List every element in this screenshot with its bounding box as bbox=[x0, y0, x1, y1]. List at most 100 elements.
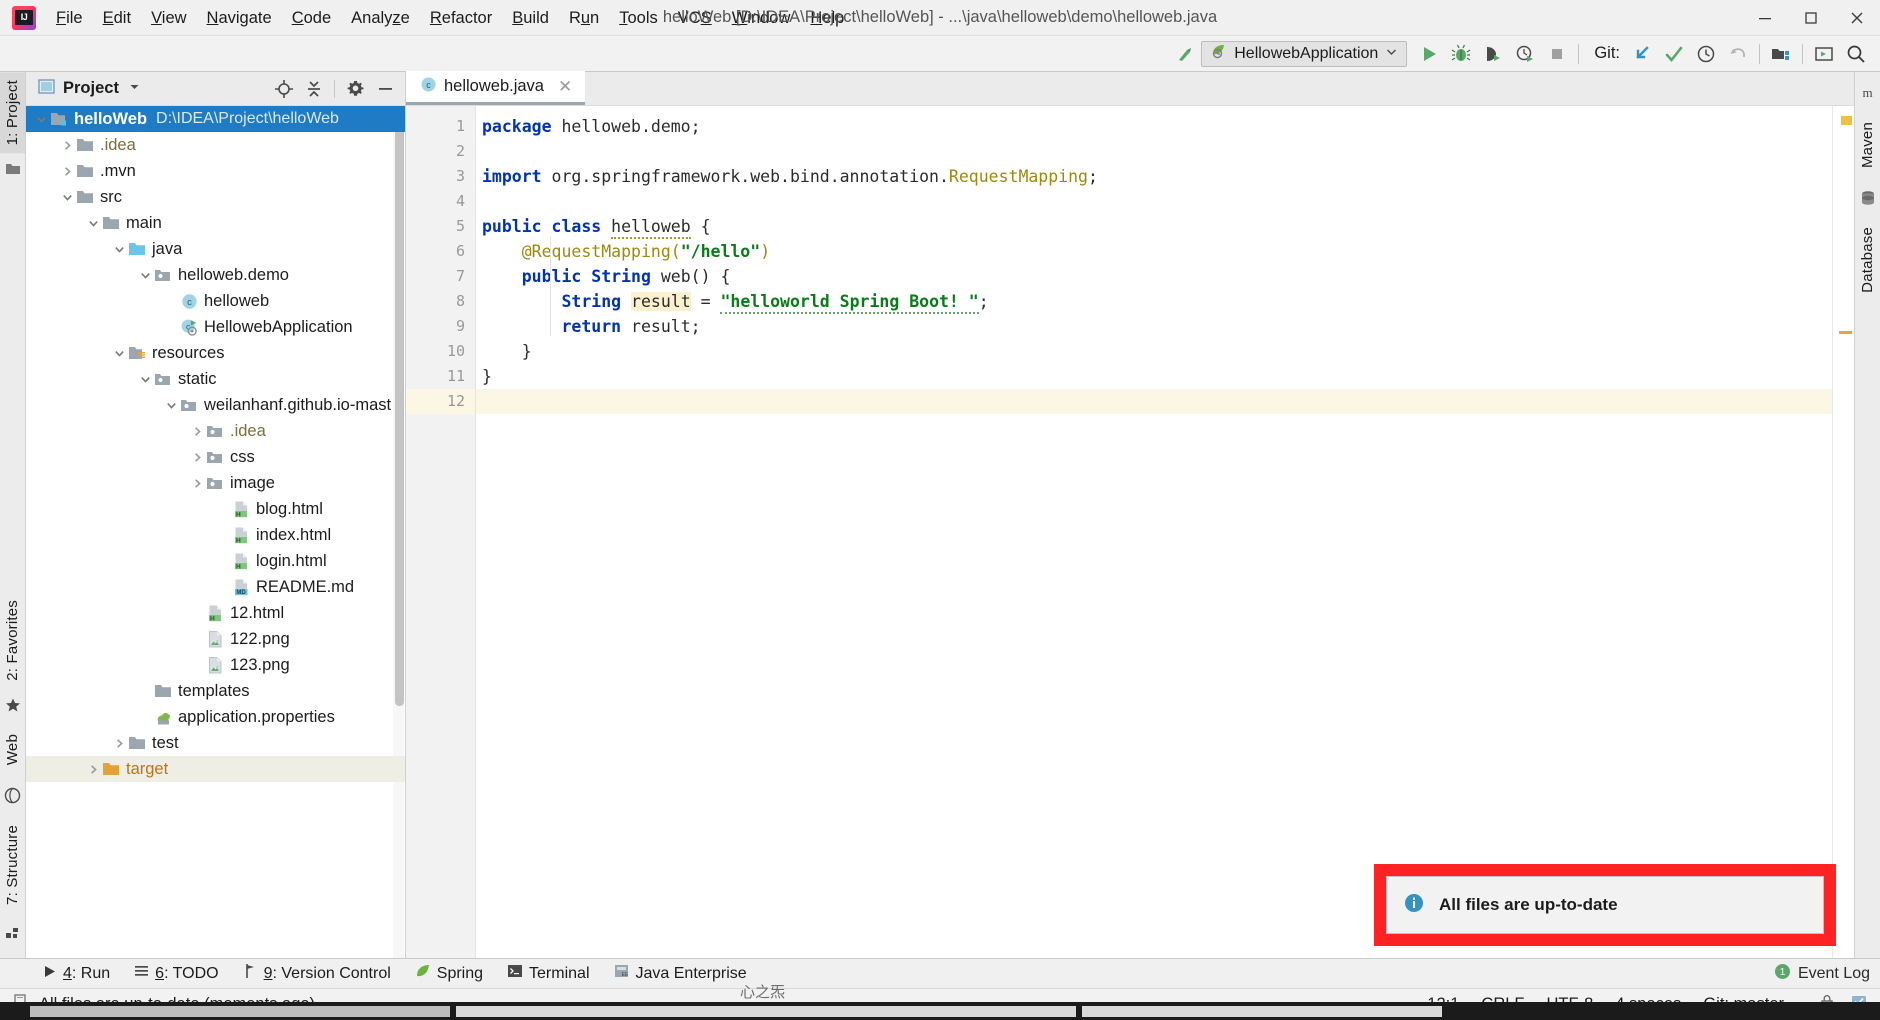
tree-node-blog-html[interactable]: Hblog.html bbox=[26, 496, 405, 522]
gutter-line-4[interactable]: 4 bbox=[406, 189, 475, 214]
code-line-2[interactable] bbox=[476, 139, 1832, 164]
maximize-button[interactable] bbox=[1788, 0, 1834, 36]
minimize-button[interactable] bbox=[1742, 0, 1788, 36]
code-line-1[interactable]: package helloweb.demo; bbox=[476, 114, 1832, 139]
gutter-line-5[interactable]: 5 bbox=[406, 214, 475, 239]
menu-item-navigate[interactable]: Navigate bbox=[197, 4, 282, 32]
notification-balloon[interactable]: All files are up-to-date bbox=[1386, 876, 1824, 934]
menubar[interactable]: File Edit View Navigate Code Analyze Refactor B… bbox=[46, 0, 854, 35]
bottom-tab-spring[interactable]: Spring bbox=[403, 960, 495, 987]
menu-item-tools[interactable]: Tools bbox=[609, 4, 668, 32]
sidebar-item-structure[interactable]: 7: Structure bbox=[0, 817, 25, 913]
menu-item-code[interactable]: Code bbox=[282, 4, 341, 32]
code-line-6[interactable]: @RequestMapping("/hello") bbox=[476, 239, 1832, 264]
editor-gutter[interactable]: 1 2 3 4 5 6 7 8 9 10 11 12 bbox=[406, 106, 491, 958]
gutter-line-12[interactable]: 12 bbox=[406, 389, 475, 414]
gutter-line-11[interactable]: 11 bbox=[406, 364, 475, 389]
code-line-4[interactable] bbox=[476, 189, 1832, 214]
tree-node-src[interactable]: src bbox=[26, 184, 405, 210]
project-structure-icon[interactable] bbox=[1765, 39, 1797, 69]
close-button[interactable] bbox=[1834, 0, 1880, 36]
structure-icon[interactable] bbox=[5, 925, 21, 946]
chevron-right-icon[interactable] bbox=[84, 763, 102, 776]
chevron-right-icon[interactable] bbox=[188, 451, 206, 464]
tree-node-helloweb[interactable]: helloWeb D:\IDEA\Project\helloWeb bbox=[26, 106, 405, 132]
run-configuration-selector[interactable]: HellowebApplication bbox=[1201, 40, 1408, 67]
event-log-button[interactable]: 1 Event Log bbox=[1774, 963, 1870, 985]
profiler-icon[interactable] bbox=[1509, 39, 1541, 69]
star-icon[interactable] bbox=[5, 697, 21, 718]
tree-node-login-html[interactable]: Hlogin.html bbox=[26, 548, 405, 574]
project-tree[interactable]: helloWeb D:\IDEA\Project\helloWeb .idea .mv… bbox=[26, 106, 405, 958]
code-line-8[interactable]: String result = "helloworld Spring Boot!… bbox=[476, 289, 1832, 314]
tree-node-123-png[interactable]: 123.png bbox=[26, 652, 405, 678]
hide-panel-icon[interactable] bbox=[371, 76, 399, 102]
maven-icon[interactable]: m bbox=[1859, 84, 1876, 106]
bottom-tab-terminal[interactable]: Terminal bbox=[495, 960, 601, 987]
tree-node-main[interactable]: main bbox=[26, 210, 405, 236]
tree-node-static[interactable]: static bbox=[26, 366, 405, 392]
chevron-down-icon[interactable] bbox=[128, 80, 141, 98]
menu-item-build[interactable]: Build bbox=[502, 4, 559, 32]
warning-marker[interactable] bbox=[1841, 116, 1852, 125]
run-with-coverage-icon[interactable] bbox=[1477, 39, 1509, 69]
chevron-down-icon[interactable] bbox=[162, 399, 180, 412]
code-line-9[interactable]: return result; bbox=[476, 314, 1832, 339]
tree-node--mvn[interactable]: .mvn bbox=[26, 158, 405, 184]
gear-icon[interactable] bbox=[341, 76, 369, 102]
folder-icon[interactable] bbox=[5, 161, 21, 182]
code-line-10[interactable]: } bbox=[476, 339, 1832, 364]
chevron-right-icon[interactable] bbox=[188, 477, 206, 490]
tree-node--idea[interactable]: .idea bbox=[26, 418, 405, 444]
code-line-11[interactable]: } bbox=[476, 364, 1832, 389]
menu-item-refactor[interactable]: Refactor bbox=[420, 4, 502, 32]
gutter-line-3[interactable]: 3 bbox=[406, 164, 475, 189]
tab-helloweb-java[interactable]: c helloweb.java ✕ bbox=[406, 71, 586, 105]
chevron-down-icon[interactable] bbox=[136, 373, 154, 386]
menu-item-analyze[interactable]: Analyze bbox=[341, 4, 420, 32]
tree-node-templates[interactable]: templates bbox=[26, 678, 405, 704]
menu-item-edit[interactable]: Edit bbox=[93, 4, 141, 32]
tree-node-index-html[interactable]: Hindex.html bbox=[26, 522, 405, 548]
menu-item-window[interactable]: Window bbox=[722, 4, 801, 32]
code-line-5[interactable]: public class helloweb { bbox=[476, 214, 1832, 239]
gutter-line-6[interactable]: 6 bbox=[406, 239, 475, 264]
menu-item-help[interactable]: Help bbox=[800, 4, 854, 32]
gutter-line-1[interactable]: 1 bbox=[406, 114, 475, 139]
sidebar-item-maven[interactable]: Maven bbox=[1855, 114, 1880, 176]
close-icon[interactable]: ✕ bbox=[555, 77, 575, 97]
bottom-tab-4-run[interactable]: 4: Run bbox=[30, 961, 122, 987]
debug-icon[interactable] bbox=[1445, 39, 1477, 69]
code-line-12[interactable] bbox=[476, 389, 1832, 414]
tree-node-122-png[interactable]: 122.png bbox=[26, 626, 405, 652]
run-icon[interactable] bbox=[1413, 39, 1445, 69]
chevron-down-icon[interactable] bbox=[84, 217, 102, 230]
search-icon[interactable] bbox=[1840, 39, 1872, 69]
database-icon[interactable] bbox=[1860, 190, 1876, 211]
build-icon[interactable] bbox=[1169, 39, 1201, 69]
stop-icon[interactable] bbox=[1541, 39, 1573, 69]
tree-node--idea[interactable]: .idea bbox=[26, 132, 405, 158]
tree-node-application-properties[interactable]: application.properties bbox=[26, 704, 405, 730]
history-icon[interactable] bbox=[1690, 39, 1722, 69]
chevron-down-icon[interactable] bbox=[32, 113, 50, 126]
tree-node-resources[interactable]: resources bbox=[26, 340, 405, 366]
run-configurations-icon[interactable] bbox=[1808, 39, 1840, 69]
globe-icon[interactable] bbox=[4, 787, 21, 809]
bottom-tab-9-version-control[interactable]: 9: Version Control bbox=[231, 960, 403, 987]
gutter-line-9[interactable]: 9 bbox=[406, 314, 475, 339]
tree-node-readme-md[interactable]: MD README.md bbox=[26, 574, 405, 600]
editor-marker-bar[interactable] bbox=[1832, 106, 1854, 958]
code-line-7[interactable]: public String web() { bbox=[476, 264, 1832, 289]
code-line-3[interactable]: import org.springframework.web.bind.anno… bbox=[476, 164, 1832, 189]
code-text[interactable]: package helloweb.demo; import org.spring… bbox=[476, 106, 1832, 958]
collapse-all-icon[interactable] bbox=[300, 76, 328, 102]
menu-item-vcs[interactable]: VCS bbox=[668, 4, 722, 32]
menu-item-view[interactable]: View bbox=[141, 4, 196, 32]
sidebar-item-web[interactable]: Web bbox=[0, 726, 25, 773]
tree-node-target[interactable]: target bbox=[26, 756, 405, 782]
chevron-down-icon[interactable] bbox=[58, 191, 76, 204]
change-marker[interactable] bbox=[1839, 331, 1852, 334]
chevron-down-icon[interactable] bbox=[110, 243, 128, 256]
rollback-icon[interactable] bbox=[1722, 39, 1754, 69]
